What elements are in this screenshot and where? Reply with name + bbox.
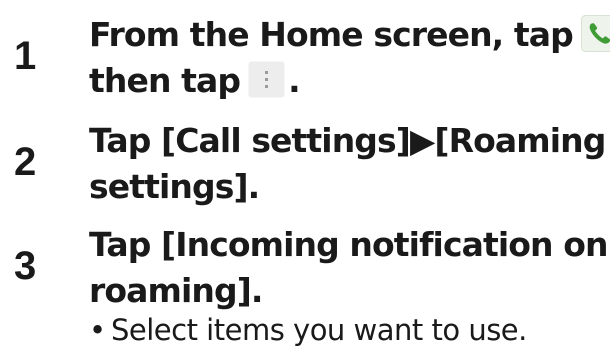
instruction-line: roaming].	[89, 271, 263, 310]
step-number: 1	[14, 34, 37, 78]
step-number: 3	[14, 244, 37, 288]
instruction-line: settings].	[89, 167, 260, 206]
step-instruction: Tap [Call settings]▶[Roaming settings].	[89, 118, 606, 210]
instruction-text: .	[288, 61, 301, 100]
instruction-line: Tap [Incoming notification on	[89, 225, 608, 264]
step-instruction: From the Home screen, tap , then tap .	[89, 12, 610, 104]
step-number: 2	[14, 140, 37, 184]
instruction-steps: 1 From the Home screen, tap , then tap .…	[0, 0, 610, 351]
step-note: • Select items you want to use.	[89, 311, 605, 349]
instruction-text: then tap	[89, 61, 241, 100]
step-instruction: Tap [Incoming notification on roaming].	[89, 222, 608, 314]
instruction-line: Tap [Call settings]▶[Roaming	[89, 121, 606, 160]
note-text: Select items you want to use.	[111, 313, 527, 347]
phone-icon	[580, 15, 610, 52]
bullet-marker: •	[89, 313, 106, 347]
instruction-text: From the Home screen, tap	[89, 15, 574, 54]
instruction-line: From the Home screen, tap ,	[89, 12, 610, 58]
instruction-line: then tap .	[89, 58, 605, 104]
menu-icon	[248, 61, 285, 98]
